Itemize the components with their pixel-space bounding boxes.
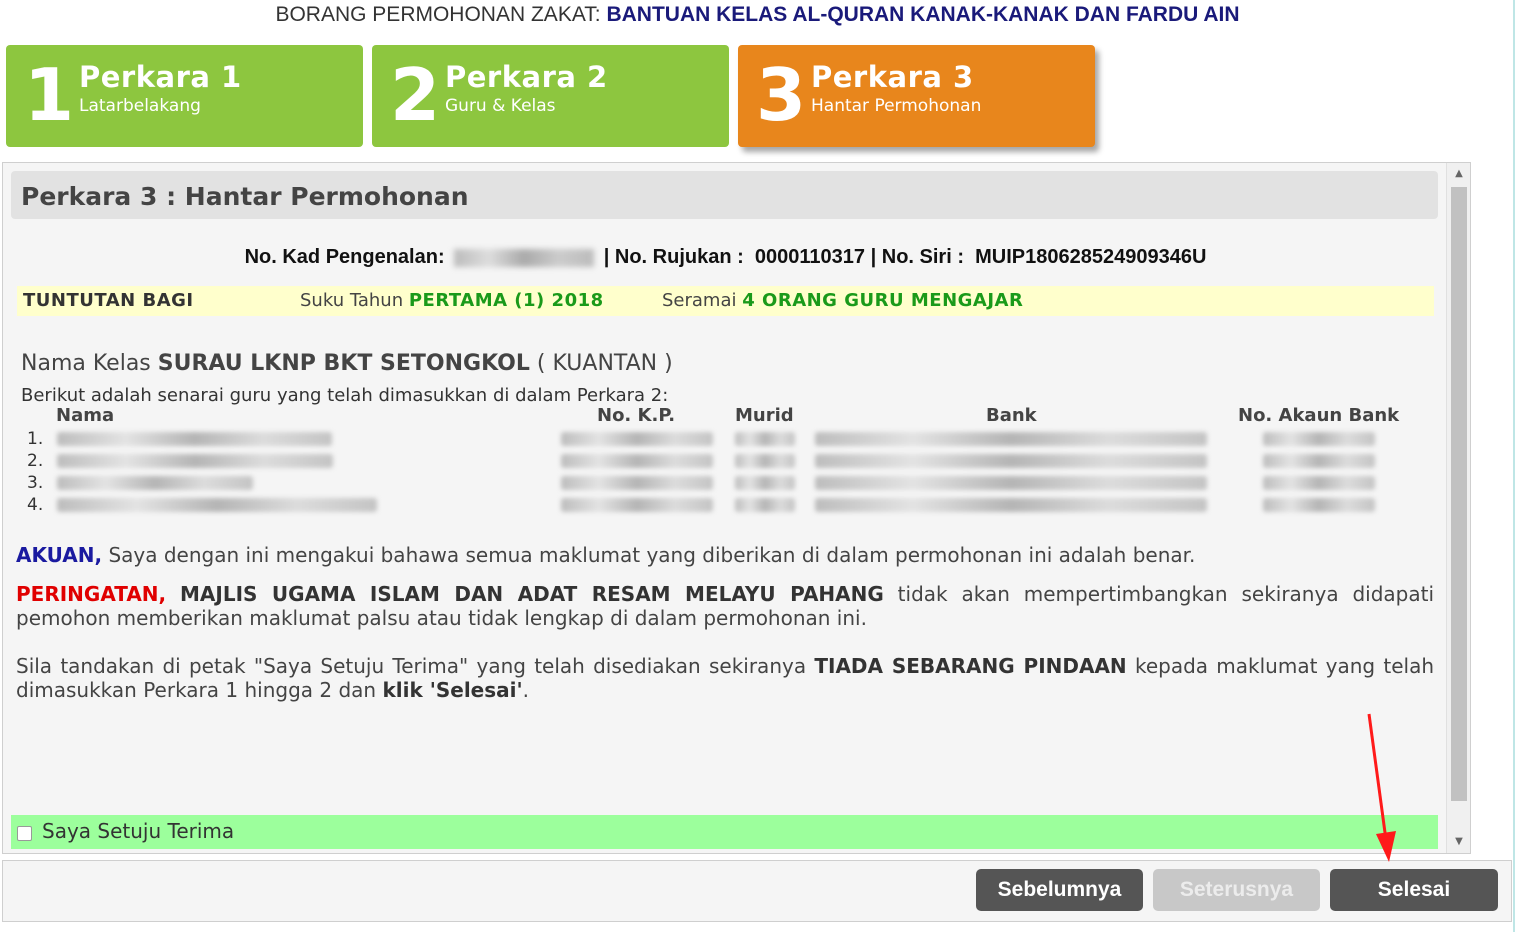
column-header-name: Nama xyxy=(56,405,115,426)
claim-count: Seramai 4 ORANG GURU MENGAJAR xyxy=(662,286,1023,316)
teacher-row: 4. xyxy=(3,494,1443,516)
teacher-kp-redacted xyxy=(561,454,713,468)
previous-button[interactable]: Sebelumnya xyxy=(976,869,1143,911)
class-location: ( KUANTAN ) xyxy=(536,351,673,376)
panel-header: Perkara 3 : Hantar Permohonan xyxy=(11,171,1438,219)
teacher-row: 3. xyxy=(3,472,1443,494)
warning-label: PERINGATAN, xyxy=(16,582,167,606)
form-title-prefix: BORANG PERMOHONAN ZAKAT: xyxy=(275,3,601,26)
step-tab-3[interactable]: 3 Perkara 3 Hantar Permohonan xyxy=(738,45,1095,147)
instruction-paragraph: Sila tandakan di petak "Saya Setuju Teri… xyxy=(16,654,1434,702)
instruction-end: . xyxy=(522,678,529,702)
teacher-account-redacted xyxy=(1263,476,1375,490)
serial-value: MUIP180628524909346U xyxy=(975,246,1207,268)
serial-label: | No. Siri : xyxy=(870,246,964,268)
declaration-label: AKUAN, xyxy=(16,543,103,567)
footer-bar: Sebelumnya Seterusnya Selesai xyxy=(2,860,1512,922)
teacher-pupils-redacted xyxy=(735,476,795,490)
instruction-part1: Sila tandakan di petak "Saya Setuju Teri… xyxy=(16,654,807,678)
teacher-kp-redacted xyxy=(561,476,713,490)
warning-org: MAJLIS UGAMA ISLAM DAN ADAT RESAM MELAYU… xyxy=(180,582,884,606)
term-value: PERTAMA (1) 2018 xyxy=(408,290,604,311)
row-index: 1. xyxy=(27,429,44,449)
count-value: 4 ORANG GURU MENGAJAR xyxy=(742,290,1024,311)
column-header-bank: Bank xyxy=(986,405,1037,426)
next-button[interactable]: Seterusnya xyxy=(1153,869,1320,911)
step-tab-1[interactable]: 1 Perkara 1 Latarbelakang xyxy=(6,45,363,147)
teacher-list-intro: Berikut adalah senarai guru yang telah d… xyxy=(21,385,669,406)
teacher-account-redacted xyxy=(1263,432,1375,446)
teacher-name-redacted xyxy=(57,454,333,468)
teacher-kp-redacted xyxy=(561,498,713,512)
panel-scrollbar[interactable]: ▲ ▼ xyxy=(1446,163,1470,853)
claim-label: TUNTUTAN BAGI xyxy=(23,290,194,311)
teacher-bank-redacted xyxy=(815,432,1207,446)
teacher-bank-redacted xyxy=(815,454,1207,468)
ic-number-redacted xyxy=(454,248,595,267)
teacher-bank-redacted xyxy=(815,498,1207,512)
row-index: 3. xyxy=(27,473,44,493)
row-index: 4. xyxy=(27,495,44,515)
teacher-row: 1. xyxy=(3,428,1443,450)
class-prefix: Nama Kelas xyxy=(21,351,151,376)
form-title-name: BANTUAN KELAS AL-QURAN KANAK-KANAK DAN F… xyxy=(606,3,1240,26)
scroll-up-arrow-icon[interactable]: ▲ xyxy=(1447,163,1471,185)
teacher-pupils-redacted xyxy=(735,498,795,512)
step-subtitle: Hantar Permohonan xyxy=(811,96,982,116)
ic-label: No. Kad Pengenalan: xyxy=(244,246,445,268)
teacher-name-redacted xyxy=(57,498,377,512)
instruction-emphasis: TIADA SEBARANG PINDAAN xyxy=(814,654,1127,678)
reference-value: 0000110317 xyxy=(754,246,866,268)
row-index: 2. xyxy=(27,451,44,471)
class-name-line: Nama Kelas SURAU LKNP BKT SETONGKOL ( KU… xyxy=(21,350,673,378)
claim-summary-row: TUNTUTAN BAGI Suku Tahun PERTAMA (1) 201… xyxy=(17,286,1434,316)
step-panel: Perkara 3 : Hantar Permohonan No. Kad Pe… xyxy=(2,162,1471,854)
agree-checkbox[interactable] xyxy=(17,826,32,841)
declaration-text: Saya dengan ini mengakui bahawa semua ma… xyxy=(108,543,1196,567)
step-tab-2[interactable]: 2 Perkara 2 Guru & Kelas xyxy=(372,45,729,147)
agree-label[interactable]: Saya Setuju Terima xyxy=(42,819,234,843)
teacher-account-redacted xyxy=(1263,498,1375,512)
step-title: Perkara 2 xyxy=(445,60,608,94)
teacher-pupils-redacted xyxy=(735,432,795,446)
step-subtitle: Guru & Kelas xyxy=(445,96,556,116)
step-number: 3 xyxy=(756,53,807,137)
step-title: Perkara 3 xyxy=(811,60,974,94)
teacher-name-redacted xyxy=(57,432,332,446)
teacher-name-redacted xyxy=(57,476,253,490)
column-header-kp: No. K.P. xyxy=(597,405,676,426)
step-subtitle: Latarbelakang xyxy=(79,96,201,116)
application-window: BORANG PERMOHONAN ZAKAT: BANTUAN KELAS A… xyxy=(0,0,1515,932)
instruction-click: klik 'Selesai' xyxy=(382,678,523,702)
step-number: 1 xyxy=(24,53,75,137)
class-name: SURAU LKNP BKT SETONGKOL xyxy=(157,351,530,376)
step-title: Perkara 1 xyxy=(79,60,242,94)
count-prefix: Seramai xyxy=(662,290,737,311)
annotation-arrow-icon xyxy=(1367,713,1396,862)
agree-bar: Saya Setuju Terima xyxy=(11,815,1438,849)
reference-label: | No. Rujukan : xyxy=(603,246,744,268)
column-header-account: No. Akaun Bank xyxy=(1238,405,1400,426)
identification-line: No. Kad Pengenalan: | No. Rujukan : 0000… xyxy=(3,245,1448,269)
teacher-pupils-redacted xyxy=(735,454,795,468)
panel-title: Perkara 3 : Hantar Permohonan xyxy=(21,182,469,211)
form-title: BORANG PERMOHONAN ZAKAT: BANTUAN KELAS A… xyxy=(0,3,1515,27)
finish-button[interactable]: Selesai xyxy=(1330,869,1498,911)
claim-term: Suku Tahun PERTAMA (1) 2018 xyxy=(300,286,604,316)
teacher-account-redacted xyxy=(1263,454,1375,468)
teacher-bank-redacted xyxy=(815,476,1207,490)
step-number: 2 xyxy=(390,53,441,137)
declaration-paragraph: AKUAN, Saya dengan ini mengakui bahawa s… xyxy=(16,543,1434,567)
column-header-pupils: Murid xyxy=(735,405,794,426)
teacher-row: 2. xyxy=(3,450,1443,472)
scroll-down-arrow-icon[interactable]: ▼ xyxy=(1447,831,1471,853)
teacher-kp-redacted xyxy=(561,432,713,446)
term-prefix: Suku Tahun xyxy=(300,290,404,311)
scroll-thumb[interactable] xyxy=(1451,187,1467,801)
warning-paragraph: PERINGATAN, MAJLIS UGAMA ISLAM DAN ADAT … xyxy=(16,582,1434,630)
